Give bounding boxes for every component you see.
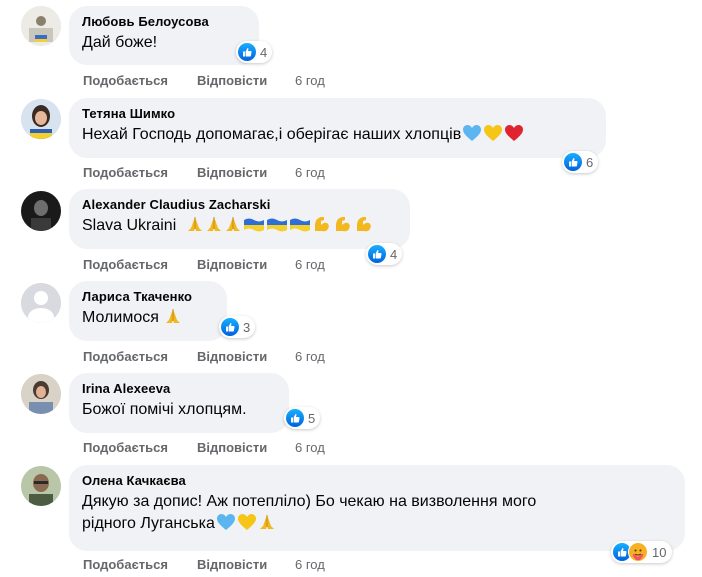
reply-button[interactable]: Відповісти — [197, 257, 295, 273]
like-button[interactable]: Подобається — [83, 257, 197, 273]
timestamp[interactable]: 6 год — [295, 165, 325, 181]
yellow-heart-icon — [237, 513, 257, 538]
like-icon — [286, 409, 304, 427]
like-icon — [238, 43, 256, 61]
author-name[interactable]: Тетяна Шимко — [82, 106, 594, 122]
author-name[interactable]: Олена Качкаєва — [82, 473, 673, 489]
avatar[interactable] — [21, 374, 61, 414]
like-button[interactable]: Подобається — [83, 440, 197, 456]
reply-button[interactable]: Відповісти — [197, 557, 295, 573]
comment-bubble: Irina Alexeeva Божої помічі хлопцям. — [69, 373, 289, 433]
author-name[interactable]: Лариса Ткаченко — [82, 289, 215, 305]
author-name[interactable]: Alexander Claudius Zacharski — [82, 197, 398, 213]
comment-bubble: Олена Качкаєва Дякую за допис! Аж потепл… — [69, 465, 685, 551]
reply-button[interactable]: Відповісти — [197, 440, 295, 456]
comment-actions: Подобається Відповісти 6 год — [83, 257, 325, 273]
comment-text-content: Slava Ukraini — [82, 217, 177, 234]
yellow-heart-icon — [483, 124, 503, 149]
avatar-image — [21, 99, 61, 139]
author-name[interactable]: Любовь Белоусова — [82, 14, 247, 30]
comment-text: Божої помічі хлопцям. — [82, 401, 247, 418]
flexed-biceps-icon — [354, 215, 374, 240]
timestamp[interactable]: 6 год — [295, 557, 325, 573]
comment-text: Молимося — [82, 307, 215, 332]
comment-actions: Подобається Відповісти 6 год — [83, 73, 325, 89]
comment-actions: Подобається Відповісти 6 год — [83, 557, 325, 573]
comment-text: Дай боже! — [82, 34, 158, 51]
comment-bubble: Любовь Белоусова Дай боже! — [69, 6, 259, 65]
reaction-count: 3 — [243, 319, 251, 335]
blue-heart-icon — [216, 513, 236, 538]
comment-bubble: Тетяна Шимко Нехай Господь допомагає,і о… — [69, 98, 606, 158]
comment-text: Дякую за допис! Аж потепліло) Бо чекаю н… — [82, 491, 673, 538]
comment-actions: Подобається Відповісти 6 год — [83, 165, 325, 181]
timestamp[interactable]: 6 год — [295, 440, 325, 456]
timestamp[interactable]: 6 год — [295, 257, 325, 273]
like-button[interactable]: Подобається — [83, 73, 197, 89]
comment-text-line: Дякую за допис! Аж потепліло) Бо чекаю н… — [82, 493, 537, 510]
like-button[interactable]: Подобається — [83, 349, 197, 365]
reply-button[interactable]: Відповісти — [197, 73, 295, 89]
comment-bubble: Лариса Ткаченко Молимося — [69, 281, 227, 341]
timestamp[interactable]: 6 год — [295, 73, 325, 89]
reaction-count: 5 — [308, 410, 316, 426]
reaction-summary[interactable]: 4 — [366, 243, 403, 265]
red-heart-icon — [504, 124, 524, 149]
avatar[interactable] — [21, 99, 61, 139]
comment-actions: Подобається Відповісти 6 год — [83, 440, 325, 456]
folded-hands-icon — [224, 215, 242, 240]
reaction-summary[interactable]: 6 — [562, 151, 599, 173]
flexed-biceps-icon — [333, 215, 353, 240]
comment-bubble: Alexander Claudius Zacharski Slava Ukrai… — [69, 189, 410, 249]
ukraine-flag-icon — [289, 217, 311, 240]
blue-heart-icon — [462, 124, 482, 149]
comment-text-line-2: рідного Луганська — [82, 513, 673, 538]
ukraine-flag-icon — [266, 217, 288, 240]
flexed-biceps-icon — [312, 215, 332, 240]
comment-actions: Подобається Відповісти 6 год — [83, 349, 325, 365]
like-button[interactable]: Подобається — [83, 557, 197, 573]
folded-hands-icon — [205, 215, 223, 240]
reaction-count: 4 — [260, 44, 268, 60]
avatar[interactable] — [21, 466, 61, 506]
comment-text: Slava Ukraini — [82, 215, 398, 240]
comment-text-content: Нехай Господь допомагає,і оберігає наших… — [82, 126, 462, 143]
reaction-count: 6 — [586, 154, 594, 170]
avatar[interactable] — [21, 6, 61, 46]
like-icon — [221, 318, 239, 336]
avatar[interactable] — [21, 191, 61, 231]
comment-text: Нехай Господь допомагає,і оберігає наших… — [82, 124, 594, 149]
avatar-image — [21, 466, 61, 506]
reaction-count: 4 — [390, 246, 398, 262]
like-icon — [564, 153, 582, 171]
default-avatar-icon — [21, 283, 61, 323]
ukraine-flag-icon — [243, 217, 265, 240]
reaction-summary[interactable]: 4 — [236, 41, 273, 63]
reaction-summary[interactable]: 10 — [611, 541, 673, 563]
folded-hands-icon — [258, 513, 276, 538]
folded-hands-icon — [164, 307, 182, 332]
like-button[interactable]: Подобається — [83, 165, 197, 181]
reply-button[interactable]: Відповісти — [197, 165, 295, 181]
like-icon — [368, 245, 386, 263]
care-icon — [628, 542, 648, 562]
comment-text-content: Молимося — [82, 309, 159, 326]
avatar-image — [21, 191, 61, 231]
author-name[interactable]: Irina Alexeeva — [82, 381, 277, 397]
comment-text-content: рідного Луганська — [82, 515, 215, 532]
reaction-summary[interactable]: 3 — [219, 316, 256, 338]
reply-button[interactable]: Відповісти — [197, 349, 295, 365]
avatar-image — [21, 374, 61, 414]
reaction-count: 10 — [652, 544, 667, 560]
reaction-summary[interactable]: 5 — [284, 407, 321, 429]
avatar[interactable] — [21, 283, 61, 323]
avatar-image — [21, 6, 61, 46]
timestamp[interactable]: 6 год — [295, 349, 325, 365]
folded-hands-icon — [186, 215, 204, 240]
